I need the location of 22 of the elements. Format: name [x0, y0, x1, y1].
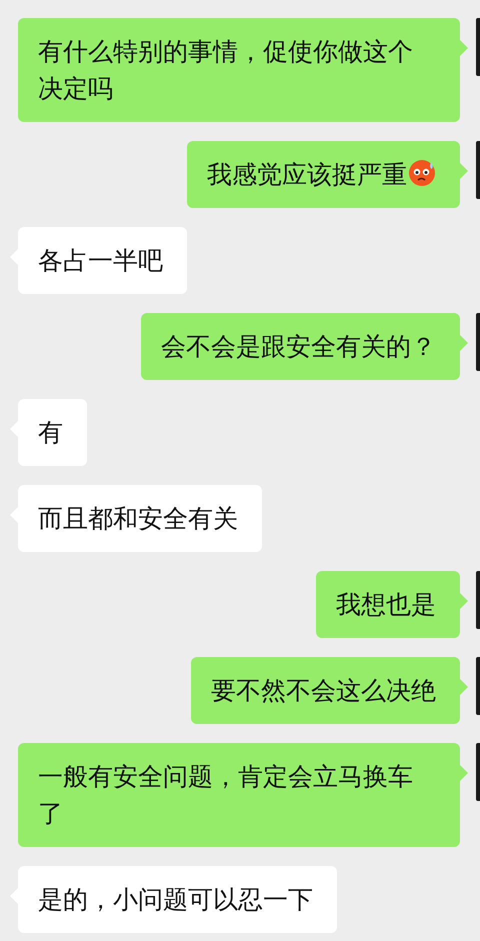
sent-message-bubble: 要不然不会这么决绝: [191, 657, 460, 724]
avatar: [476, 657, 480, 715]
bubble-tail: [460, 40, 468, 56]
received-message-bubble: 有: [18, 399, 87, 466]
bubble-tail: [460, 765, 468, 781]
sent-message-bubble: 会不会是跟安全有关的？: [141, 313, 460, 380]
sent-message-bubble: 有什么特别的事情，促使你做这个决定吗: [18, 18, 460, 122]
received-message-bubble: 而且都和安全有关: [18, 485, 262, 552]
sent-message-bubble: 我想也是: [316, 571, 460, 638]
bubble-tail: [460, 335, 468, 351]
received-message-bubble: 是的，小问题可以忍一下: [18, 866, 337, 933]
bubble-tail: [460, 679, 468, 695]
avatar: [476, 313, 480, 371]
sent-message-bubble: 我感觉应该挺严重: [187, 141, 460, 208]
bubble-tail: [460, 163, 468, 179]
avatar: [476, 743, 480, 801]
avatar: [476, 18, 480, 76]
avatar: [476, 571, 480, 629]
sent-message-bubble: 一般有安全问题，肯定会立马换车了: [18, 743, 460, 847]
avatar: [476, 141, 480, 199]
bubble-tail: [460, 593, 468, 609]
received-message-bubble: 各占一半吧: [18, 227, 187, 294]
